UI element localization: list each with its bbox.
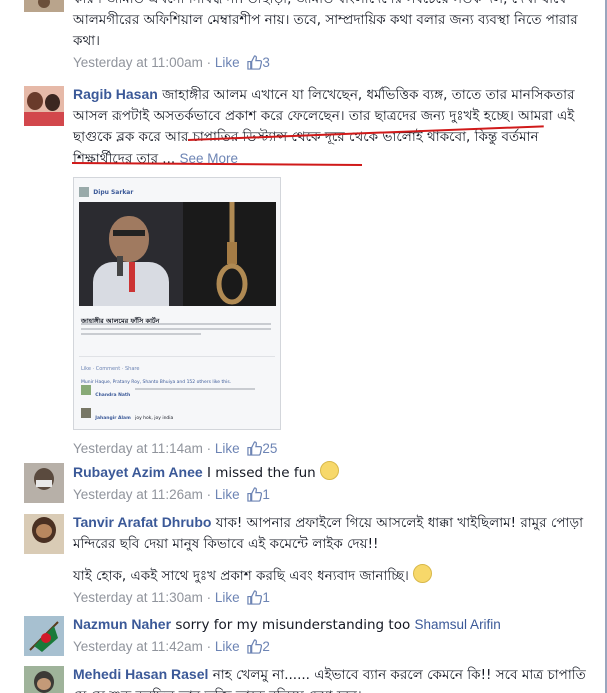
avatar[interactable] [24, 666, 64, 693]
timestamp[interactable]: Yesterday at 11:42am [73, 639, 203, 654]
timestamp[interactable]: Yesterday at 11:00am [73, 55, 203, 70]
comment: Nazmun Naher sorry for my misunderstandi… [14, 616, 599, 660]
comment-meta: Yesterday at 11:30am · Like 1 [73, 588, 589, 611]
comment: কারণ জামাত এখনো নিষিদ্ধ না। তাছাড়া, জাম… [14, 0, 599, 72]
comment-text: কারণ জামাত এখনো নিষিদ্ধ না। তাছাড়া, জাম… [73, 0, 578, 49]
attachment-reply: Chandra Nath [81, 385, 275, 403]
thumbs-up-icon [247, 441, 263, 462]
attachment-reply-author: Jahangir Alam [95, 416, 131, 421]
like-button[interactable]: Like [215, 487, 240, 502]
attachment-image[interactable]: Dipu Sarkar জাহাঙ্গীর আলমের ফাঁসি কার্টু… [73, 177, 281, 430]
comment-author[interactable]: Tanvir Arafat Dhrubo [73, 514, 211, 530]
attachment-photo [79, 202, 276, 306]
noose-icon [216, 202, 248, 305]
attachment-reply: Jahangir Alam joy hok, joy india [81, 408, 275, 424]
thumbs-up-icon [247, 639, 263, 660]
thumbs-up-icon [247, 487, 263, 508]
attachment-reply-author: Chandra Nath [95, 393, 131, 398]
timestamp[interactable]: Yesterday at 11:26am [73, 487, 203, 502]
avatar[interactable] [24, 86, 64, 126]
comment-text: sorry for my misunderstanding too [175, 617, 411, 633]
thumbs-up-icon [247, 590, 263, 611]
timestamp[interactable]: Yesterday at 11:14am [73, 441, 203, 456]
attachment-header: Dipu Sarkar [79, 182, 134, 197]
comment-author[interactable]: Nazmun Naher [73, 616, 171, 632]
comment-meta: Yesterday at 11:26am · Like 1 [73, 485, 589, 508]
like-count[interactable]: 25 [262, 441, 277, 456]
comment-author[interactable]: Rubayet Azim Anee [73, 464, 203, 480]
like-count[interactable]: 1 [262, 487, 270, 502]
like-button[interactable]: Like [215, 590, 240, 605]
tagged-user-link[interactable]: Shamsul Arifin [415, 617, 501, 632]
smile-emoji-icon [319, 461, 339, 480]
flag-icon [29, 621, 59, 652]
attachment-reply-text: joy hok, joy india [135, 416, 174, 421]
comment-author[interactable]: Mehedi Hasan Rasel [73, 666, 208, 682]
smile-emoji-icon [413, 564, 433, 583]
comment-text-continued: যাই হোক, একই সাথে দুঃখ প্রকাশ করছি এবং ধ… [73, 568, 409, 584]
avatar[interactable] [24, 514, 64, 554]
thumbs-up-icon [247, 55, 263, 76]
like-button[interactable]: Like [215, 441, 240, 456]
like-count[interactable]: 1 [262, 590, 270, 605]
comment: Rubayet Azim Anee I missed the fun Yeste… [14, 461, 599, 508]
comment-author[interactable]: Ragib Hasan [73, 86, 158, 102]
like-button[interactable]: Like [215, 55, 240, 70]
comment-meta: Yesterday at 11:14am · Like 25 [73, 439, 589, 462]
like-count[interactable]: 3 [262, 55, 270, 70]
avatar[interactable] [24, 463, 64, 503]
comment: Tanvir Arafat Dhrubo যাক! আপনার প্রফাইলে… [14, 514, 599, 610]
avatar[interactable] [24, 616, 64, 656]
like-button[interactable]: Like [215, 639, 240, 654]
attachment-poster: Dipu Sarkar [93, 189, 134, 196]
timestamp[interactable]: Yesterday at 11:30am [73, 590, 203, 605]
poster-avatar [79, 187, 89, 197]
comment-text: I missed the fun [206, 465, 316, 481]
comment-meta: Yesterday at 11:00am · Like 3 [73, 53, 589, 76]
comment-meta: Yesterday at 11:42am · Like 2 [73, 637, 589, 660]
comment: Mehedi Hasan Rasel নাহ খেলমু না...... এই… [14, 666, 599, 693]
avatar[interactable] [24, 0, 64, 12]
like-count[interactable]: 2 [262, 639, 270, 654]
attachment-divider [79, 356, 275, 357]
comment: Ragib Hasan জাহাঙ্গীর আলম এখানে যা লিখেছ… [14, 86, 599, 456]
attachment-snippet [81, 323, 271, 335]
